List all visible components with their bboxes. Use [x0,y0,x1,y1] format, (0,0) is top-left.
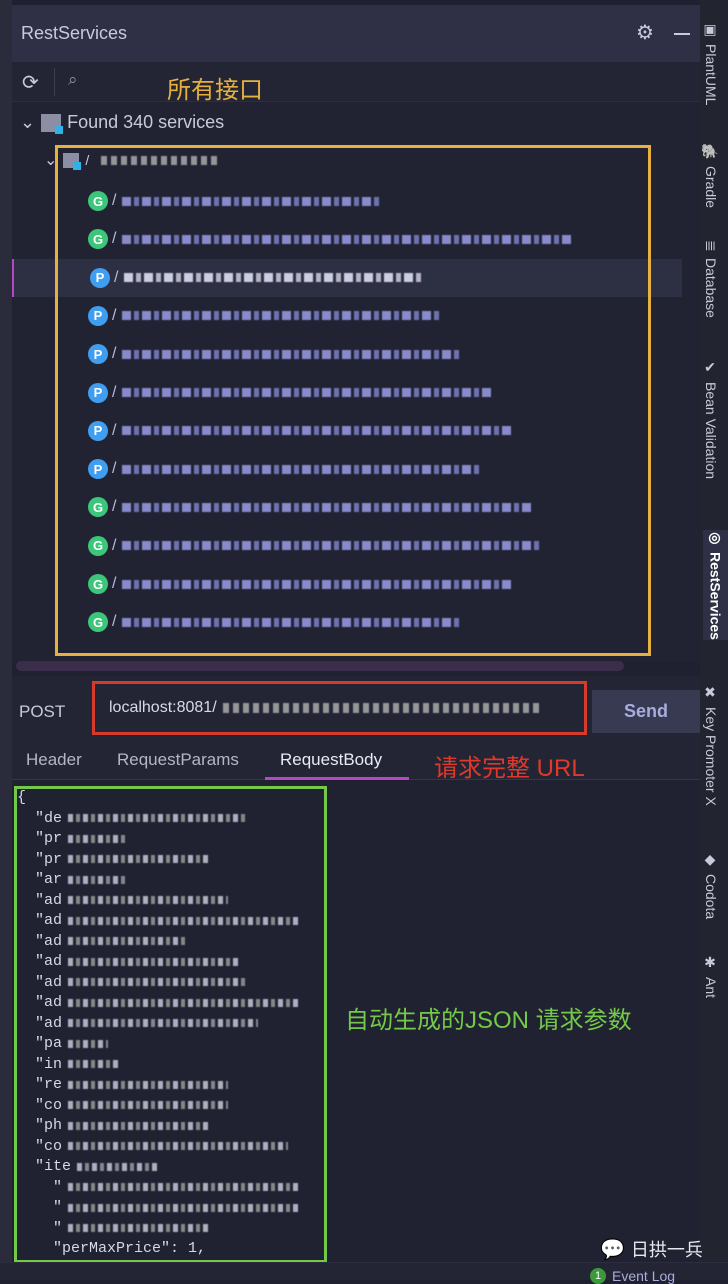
annotation-box-json [14,786,327,1263]
redacted-text [222,703,543,713]
annotation-box-endpoints [55,145,651,656]
watermark-text: 日拱一兵 [630,1240,703,1260]
tab-request-body[interactable]: RequestBody [280,750,382,770]
event-log-button[interactable]: 1 Event Log [590,1268,675,1284]
tree-horizontal-scrollbar[interactable] [16,661,624,671]
key-promoter-icon: ✖ [703,685,719,701]
ant-icon: ✱ [703,955,719,971]
rest-services-icon: ◎ [707,530,724,546]
url-input[interactable]: localhost:8081/ [92,681,587,735]
codota-icon: ◆ [703,852,719,868]
tool-window-restservices[interactable]: ◎ RestServices [703,530,728,640]
search-icon[interactable]: ⌕ [68,70,78,90]
watermark: 💬 日拱一兵 [600,1236,703,1262]
tool-window-bean-validation[interactable]: ✔ Bean Validation [703,360,719,479]
annotation-full-url: 请求完整 URL [434,755,585,782]
tool-window-gradle[interactable]: 🐘 Gradle [703,143,719,208]
annotation-all-endpoints: 所有接口 [167,77,263,104]
tool-window-codota[interactable]: ◆ Codota [703,852,719,919]
url-text: localhost:8081/ [109,699,217,716]
gradle-elephant-icon: 🐘 [703,143,719,161]
tab-request-params[interactable]: RequestParams [117,750,239,770]
bean-validation-icon: ✔ [703,360,719,376]
event-count-badge: 1 [590,1268,606,1284]
minimize-icon[interactable] [674,33,690,35]
plantuml-icon: ▣ [703,22,719,38]
annotation-auto-json: 自动生成的JSON 请求参数 [345,1007,632,1034]
tool-window-ant[interactable]: ✱ Ant [703,955,719,998]
tree-root[interactable]: ⌄ Found 340 services [20,112,225,134]
tool-window-database[interactable]: ≣ Database [703,240,719,318]
tab-header[interactable]: Header [26,750,82,770]
refresh-icon[interactable]: ⟳ [22,70,39,95]
wechat-icon: 💬 [600,1238,625,1261]
toolbar [12,62,700,102]
editor-edge [0,0,12,1280]
tool-window-plantuml[interactable]: ▣ PlantUML [703,22,719,105]
chevron-down-icon[interactable]: ⌄ [20,112,35,133]
send-button[interactable]: Send [592,690,700,733]
http-method[interactable]: POST [19,702,65,722]
tool-window-key-promoter-x[interactable]: ✖ Key Promoter X [703,685,719,806]
toolbar-divider [54,68,55,96]
root-label: Found 340 services [67,112,225,132]
folder-icon [41,113,64,134]
gear-icon[interactable]: ⚙ [636,20,654,45]
active-tab-indicator [265,777,409,780]
database-icon: ≣ [703,240,719,252]
panel-title: RestServices [21,23,128,43]
tool-window-header: RestServices [12,5,700,62]
event-log-label: Event Log [612,1268,676,1284]
